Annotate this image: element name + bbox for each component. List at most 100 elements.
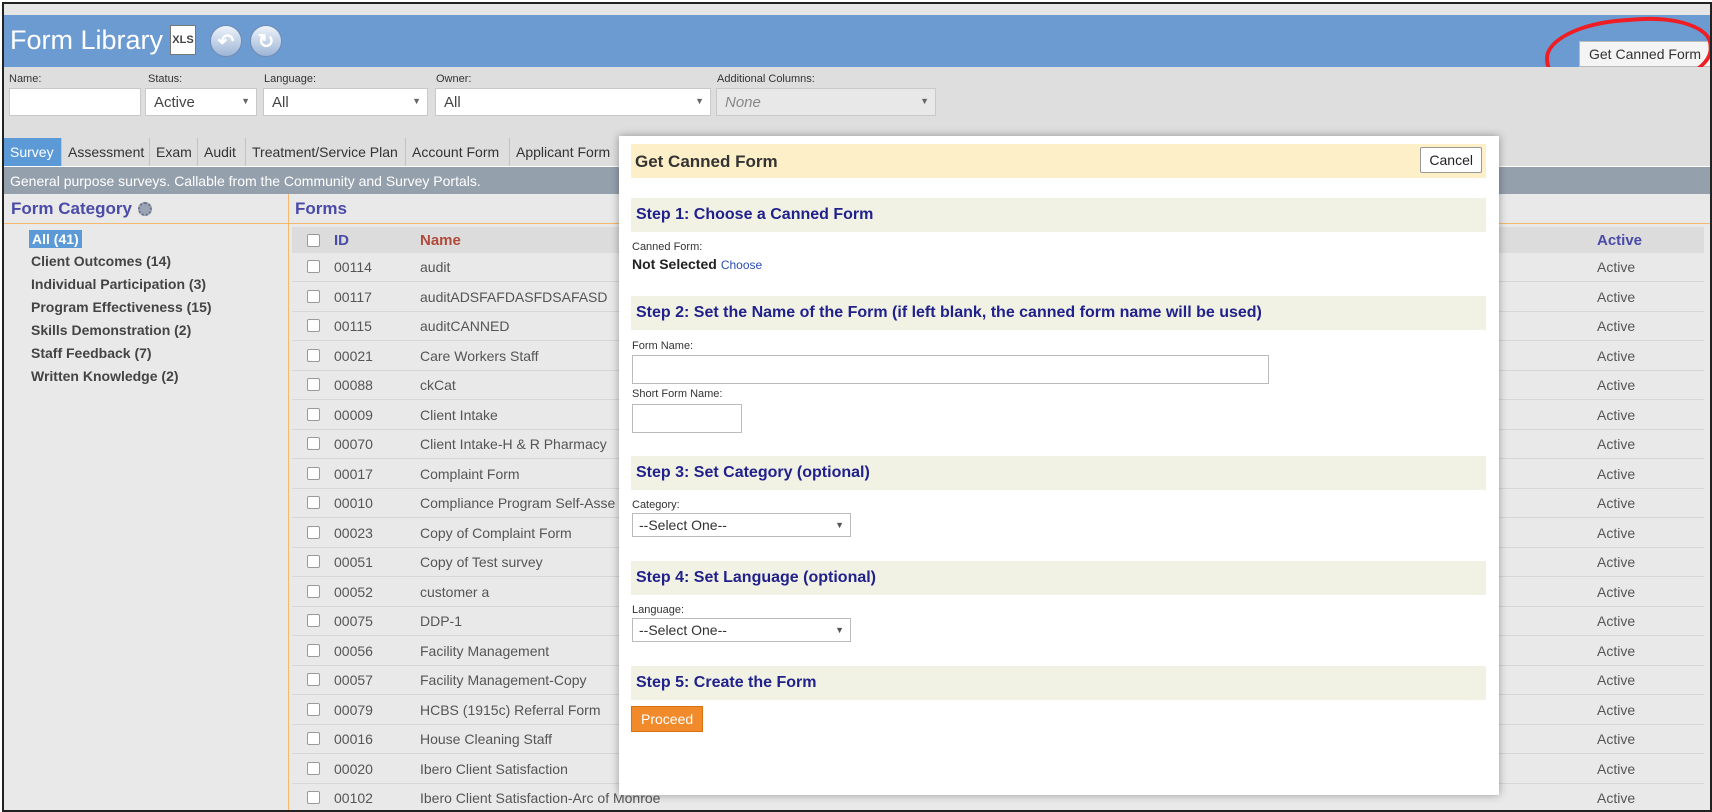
- row-name[interactable]: ckCat: [420, 377, 456, 393]
- category-item-staff-feedback[interactable]: Staff Feedback (7): [31, 345, 152, 361]
- row-status: Active: [1597, 524, 1636, 541]
- row-name[interactable]: Copy of Complaint Form: [420, 525, 572, 541]
- row-id: 00009: [334, 406, 373, 423]
- form-name-label: Form Name:: [632, 340, 694, 352]
- row-checkbox[interactable]: [307, 584, 320, 598]
- choose-link[interactable]: Choose: [721, 258, 762, 272]
- row-name[interactable]: Facility Management-Copy: [420, 672, 587, 688]
- row-checkbox[interactable]: [307, 643, 320, 657]
- row-status: Active: [1597, 495, 1636, 511]
- form-category-pane: Form Category All (41) Client Outcomes (…: [4, 194, 289, 810]
- status-filter-label: Status:: [148, 73, 183, 85]
- column-header-id[interactable]: ID: [334, 232, 349, 249]
- short-form-name-input[interactable]: [632, 404, 742, 433]
- row-checkbox[interactable]: [307, 378, 320, 391]
- row-checkbox[interactable]: [307, 348, 320, 362]
- proceed-button[interactable]: Proceed: [631, 706, 704, 732]
- chevron-down-icon: ▼: [412, 96, 421, 106]
- row-checkbox[interactable]: [307, 525, 320, 539]
- category-item-individual-participation[interactable]: Individual Participation (3): [31, 276, 206, 292]
- page-title: Form Library: [10, 25, 164, 55]
- row-id: 00021: [334, 347, 373, 364]
- tab-audit[interactable]: Audit: [198, 138, 246, 166]
- row-name[interactable]: Ibero Client Satisfaction: [420, 761, 568, 777]
- category-item-client-outcomes[interactable]: Client Outcomes (14): [31, 253, 171, 269]
- row-name[interactable]: Client Intake: [420, 407, 498, 423]
- row-checkbox[interactable]: [307, 673, 320, 686]
- tab-exam[interactable]: Exam: [150, 138, 198, 166]
- row-checkbox[interactable]: [307, 407, 320, 421]
- row-id: 00102: [334, 790, 373, 806]
- row-name[interactable]: House Cleaning Staff: [420, 731, 552, 747]
- category-item-all[interactable]: All (41): [29, 230, 82, 248]
- step3-heading: Step 3: Set Category (optional): [631, 456, 1486, 490]
- row-checkbox[interactable]: [307, 555, 320, 568]
- row-status: Active: [1597, 613, 1636, 629]
- name-filter-input[interactable]: [9, 88, 141, 116]
- top-strip: [4, 4, 1710, 15]
- row-checkbox[interactable]: [307, 289, 320, 303]
- row-name[interactable]: Client Intake-H & R Pharmacy: [420, 436, 607, 452]
- language-filter-select[interactable]: All ▼: [263, 88, 428, 116]
- row-name[interactable]: Complaint Form: [420, 466, 520, 482]
- row-name[interactable]: HCBS (1915c) Referral Form: [420, 702, 601, 718]
- column-header-active[interactable]: Active: [1597, 232, 1642, 249]
- category-select[interactable]: --Select One-- ▼: [632, 513, 851, 537]
- row-status: Active: [1597, 790, 1636, 806]
- tab-survey[interactable]: Survey: [4, 138, 62, 166]
- category-item-written-knowledge[interactable]: Written Knowledge (2): [31, 368, 179, 384]
- category-label: Category:: [632, 499, 680, 511]
- language-select[interactable]: --Select One-- ▼: [632, 618, 851, 642]
- form-category-title: Form Category: [11, 198, 132, 218]
- row-checkbox[interactable]: [307, 702, 320, 716]
- row-status: Active: [1597, 642, 1636, 659]
- row-name[interactable]: audit: [420, 259, 450, 275]
- tab-assessment[interactable]: Assessment: [62, 138, 150, 166]
- row-checkbox[interactable]: [307, 319, 320, 332]
- undo-icon[interactable]: ↶: [210, 25, 242, 57]
- xls-export-icon[interactable]: XLS: [170, 25, 196, 55]
- row-name[interactable]: Copy of Test survey: [420, 554, 543, 570]
- additional-columns-select[interactable]: None ▼: [716, 88, 936, 116]
- status-filter-select[interactable]: Active ▼: [145, 88, 257, 116]
- owner-filter-select[interactable]: All ▼: [435, 88, 711, 116]
- row-checkbox[interactable]: [307, 732, 320, 745]
- row-id: 00052: [334, 583, 373, 600]
- row-checkbox[interactable]: [307, 614, 320, 627]
- row-checkbox[interactable]: [307, 761, 320, 775]
- row-checkbox[interactable]: [307, 437, 320, 450]
- row-id: 00016: [334, 731, 373, 747]
- tab-applicant-form[interactable]: Applicant Form: [510, 138, 620, 166]
- app-window: Form Library XLS ↶ ↻ Get Canned Form Nam…: [2, 2, 1712, 812]
- row-checkbox[interactable]: [307, 466, 320, 480]
- category-item-skills-demonstration[interactable]: Skills Demonstration (2): [31, 322, 191, 338]
- row-status: Active: [1597, 377, 1636, 393]
- row-id: 00117: [334, 288, 372, 305]
- row-checkbox[interactable]: [307, 260, 320, 273]
- row-name[interactable]: customer a: [420, 584, 489, 600]
- row-checkbox[interactable]: [307, 791, 320, 804]
- cancel-button[interactable]: Cancel: [1420, 147, 1482, 173]
- row-name[interactable]: Facility Management: [420, 643, 549, 659]
- row-status: Active: [1597, 465, 1636, 482]
- row-name[interactable]: auditADSFAFDASFDSAFASD: [420, 289, 608, 305]
- row-name[interactable]: Compliance Program Self-Asse: [420, 495, 615, 511]
- refresh-icon[interactable]: ↻: [250, 25, 282, 57]
- chevron-down-icon: ▼: [835, 625, 844, 635]
- row-name[interactable]: auditCANNED: [420, 318, 509, 334]
- tab-account-form[interactable]: Account Form: [406, 138, 510, 166]
- category-item-program-effectiveness[interactable]: Program Effectiveness (15): [31, 299, 212, 315]
- row-status: Active: [1597, 554, 1636, 570]
- row-name[interactable]: DDP-1: [420, 613, 462, 629]
- select-all-checkbox[interactable]: [307, 234, 320, 247]
- column-header-name[interactable]: Name: [420, 232, 461, 249]
- form-name-input[interactable]: [632, 355, 1269, 384]
- get-canned-form-button[interactable]: Get Canned Form: [1579, 41, 1710, 67]
- row-status: Active: [1597, 760, 1636, 777]
- row-checkbox[interactable]: [307, 496, 320, 509]
- row-status: Active: [1597, 731, 1636, 747]
- tab-treatment-service-plan[interactable]: Treatment/Service Plan: [246, 138, 406, 166]
- row-name[interactable]: Care Workers Staff: [420, 348, 539, 364]
- app-header: Form Library XLS ↶ ↻ Get Canned Form: [4, 15, 1710, 67]
- gear-icon[interactable]: [137, 201, 152, 216]
